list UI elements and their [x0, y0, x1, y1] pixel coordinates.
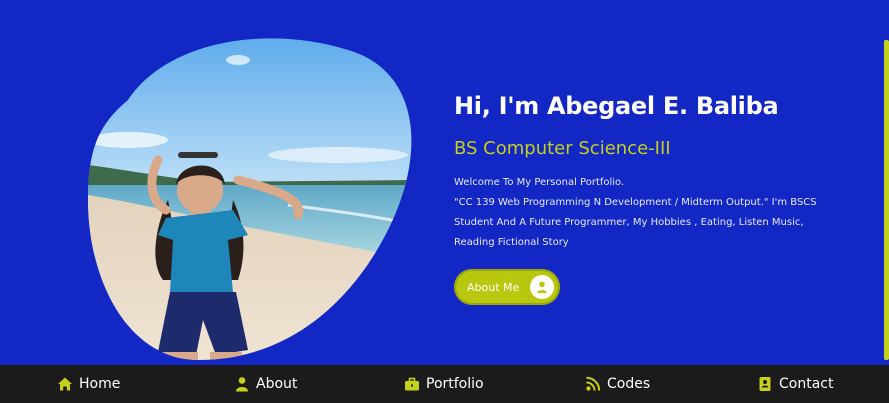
desc-line: "CC 139 Web Programming N Development / … — [454, 197, 817, 208]
hero-name: Hi, I'm Abegael E. Baliba — [454, 92, 779, 120]
nav-item-codes[interactable]: Codes — [585, 365, 650, 403]
nav-label: Home — [79, 376, 121, 392]
address-book-icon — [757, 376, 773, 392]
nav-item-about[interactable]: About — [234, 365, 297, 403]
scrollbar[interactable] — [883, 0, 889, 365]
about-me-button[interactable]: About Me — [454, 269, 560, 305]
bottom-nav: Home About Portfolio Codes Contact — [0, 365, 889, 403]
home-icon — [57, 376, 73, 392]
scrollbar-thumb[interactable] — [884, 40, 889, 360]
hero-role: BS Computer Science-III — [454, 138, 671, 159]
hero-description: Welcome To My Personal Portfolio. "CC 13… — [454, 173, 834, 253]
nav-item-portfolio[interactable]: Portfolio — [404, 365, 484, 403]
intro-block: Hi, I'm Abegael E. Baliba BS Computer Sc… — [454, 92, 834, 253]
about-me-label: About Me — [467, 280, 520, 294]
nav-label: Codes — [607, 376, 651, 392]
user-icon — [530, 275, 554, 299]
hero-section: Hi, I'm Abegael E. Baliba BS Computer Sc… — [0, 0, 889, 365]
desc-line: Welcome To My Personal Portfolio. — [454, 177, 625, 188]
nav-item-home[interactable]: Home — [57, 365, 120, 403]
nav-label: About — [256, 376, 298, 392]
user-icon — [234, 376, 250, 392]
code-icon — [585, 376, 601, 392]
desc-line: Reading Fictional Story — [454, 237, 569, 248]
profile-photo — [88, 30, 418, 360]
nav-label: Contact — [779, 376, 834, 392]
nav-label: Portfolio — [426, 376, 484, 392]
nav-item-contact[interactable]: Contact — [757, 365, 833, 403]
desc-line: Student And A Future Programmer, My Hobb… — [454, 217, 804, 228]
briefcase-icon — [404, 376, 420, 392]
